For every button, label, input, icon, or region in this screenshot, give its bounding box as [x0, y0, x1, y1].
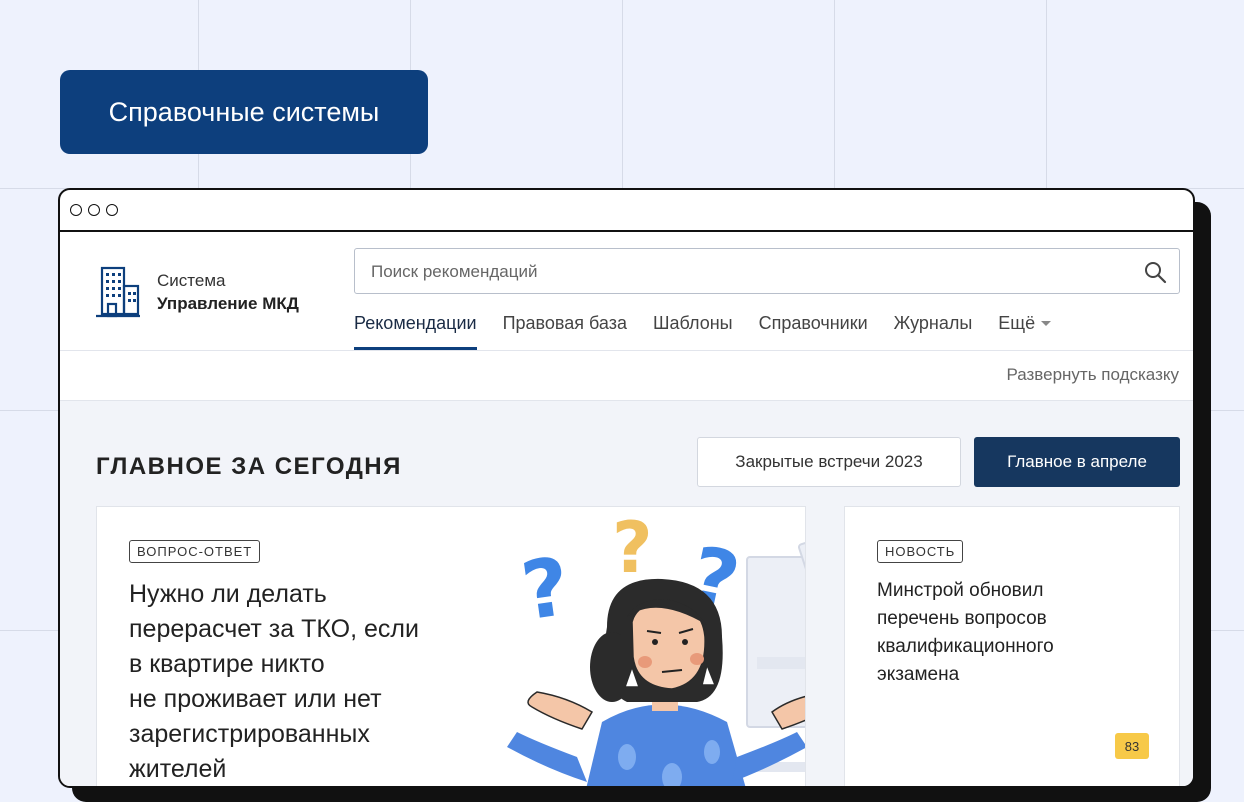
- card-tag: НОВОСТЬ: [877, 540, 964, 563]
- headline-line: квалификационного: [877, 636, 1054, 657]
- hint-bar: Развернуть подсказку: [60, 351, 1193, 401]
- brand-line-1: Система: [157, 271, 226, 290]
- nav-item-legal-base[interactable]: Правовая база: [503, 312, 627, 350]
- building-icon[interactable]: [94, 262, 142, 322]
- headline-line: экзамена: [877, 664, 960, 685]
- section-badge: Справочные системы: [60, 70, 428, 154]
- window-control-dot[interactable]: [106, 204, 118, 216]
- headline-line: Нужно ли делать: [129, 580, 327, 608]
- main-content: ГЛАВНОЕ ЗА СЕГОДНЯ Закрытые встречи 2023…: [60, 401, 1193, 786]
- card-tag: ВОПРОС-ОТВЕТ: [129, 540, 261, 563]
- nav-item-more[interactable]: Ещё: [998, 312, 1052, 350]
- svg-text:?: ?: [516, 540, 575, 639]
- nav-item-journals[interactable]: Журналы: [894, 312, 973, 350]
- april-highlights-button[interactable]: Главное в апреле: [974, 437, 1180, 487]
- card-headline[interactable]: Нужно ли делать перерасчет за ТКО, если …: [129, 577, 459, 786]
- window-control-dot[interactable]: [88, 204, 100, 216]
- headline-line: зарегистрированных: [129, 720, 370, 748]
- news-card[interactable]: НОВОСТЬ Минстрой обновил перечень вопрос…: [844, 506, 1180, 786]
- nav-item-templates[interactable]: Шаблоны: [653, 312, 733, 350]
- window-control-dot[interactable]: [70, 204, 82, 216]
- search-input[interactable]: Поиск рекомендаций: [354, 248, 1180, 294]
- browser-window: Система Управление МКД Поиск рекомендаци…: [58, 188, 1195, 788]
- search-icon[interactable]: [1143, 260, 1167, 284]
- nav-item-references[interactable]: Справочники: [759, 312, 868, 350]
- featured-card[interactable]: ВОПРОС-ОТВЕТ Нужно ли делать перерасчет …: [96, 506, 806, 786]
- views-counter-badge: 83: [1115, 733, 1149, 759]
- headline-line: перечень вопросов: [877, 608, 1047, 629]
- nav-more-label: Ещё: [998, 313, 1036, 333]
- svg-text:?: ?: [612, 507, 653, 589]
- site-header: Система Управление МКД Поиск рекомендаци…: [60, 232, 1193, 351]
- headline-line: Минстрой обновил: [877, 580, 1044, 601]
- news-headline[interactable]: Минстрой обновил перечень вопросов квали…: [877, 577, 1117, 689]
- headline-line: перерасчет за ТКО, если: [129, 615, 419, 643]
- headline-line: в квартире никто: [129, 650, 325, 678]
- brand-line-2[interactable]: Управление МКД: [157, 294, 299, 314]
- closed-meetings-button[interactable]: Закрытые встречи 2023: [697, 437, 961, 487]
- main-nav: Рекомендации Правовая база Шаблоны Справ…: [354, 312, 1052, 350]
- expand-hint-link[interactable]: Развернуть подсказку: [1006, 365, 1179, 385]
- chevron-down-icon: [1041, 321, 1052, 326]
- nav-item-recommendations[interactable]: Рекомендации: [354, 312, 477, 350]
- search-placeholder: Поиск рекомендаций: [371, 262, 538, 281]
- page-title: ГЛАВНОЕ ЗА СЕГОДНЯ: [96, 453, 402, 480]
- confused-woman-illustration: ? ? ?: [507, 507, 805, 786]
- headline-line: не проживает или нет: [129, 685, 382, 713]
- headline-line: жителей: [129, 755, 227, 783]
- window-titlebar: [60, 190, 1193, 232]
